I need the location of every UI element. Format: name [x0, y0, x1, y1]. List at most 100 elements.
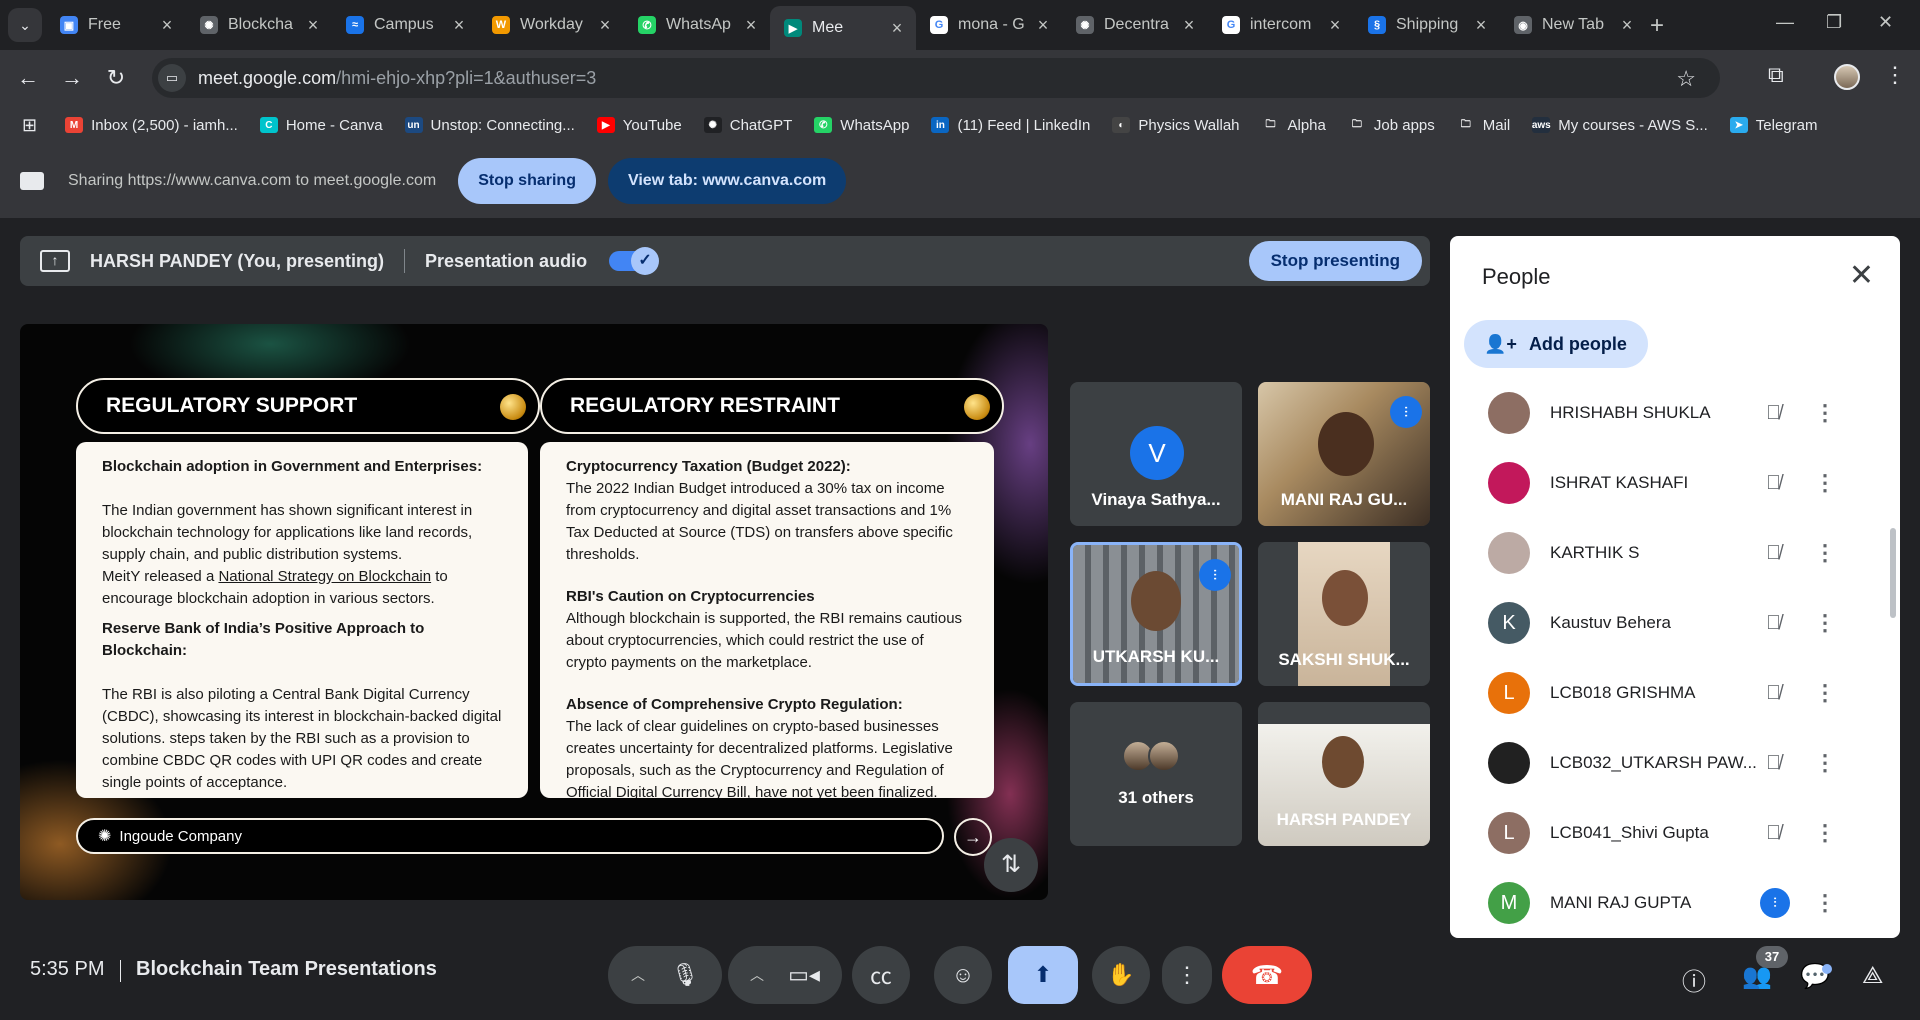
chevron-up-icon[interactable]: ︿: [631, 965, 645, 985]
tab-close-icon[interactable]: ×: [742, 15, 760, 36]
camera-icon[interactable]: ▭◂: [788, 962, 820, 988]
browser-tab[interactable]: ≈ Campus ×: [332, 8, 478, 42]
participant-tile[interactable]: V Vinaya Sathya...: [1070, 382, 1242, 526]
tab-close-icon[interactable]: ×: [1034, 15, 1052, 36]
participant-tile[interactable]: HARSH PANDEY: [1258, 702, 1430, 846]
participant-row[interactable]: HRISHABH SHUKLA 🎙̸ ⋮: [1450, 378, 1900, 448]
participant-row[interactable]: LCB032_UTKARSH PAW... 🎙̸ ⋮: [1450, 728, 1900, 798]
slide-heading-right-text: REGULATORY RESTRAINT: [570, 394, 840, 417]
tab-close-icon[interactable]: ×: [158, 15, 176, 36]
participant-tile[interactable]: ⫶ UTKARSH KU...: [1070, 542, 1242, 686]
browser-tab[interactable]: ✆ WhatsAp ×: [624, 8, 770, 42]
apps-grid-icon[interactable]: ⊞: [22, 115, 37, 136]
bookmark-item[interactable]: ▶ YouTube: [596, 117, 682, 134]
leave-call-button[interactable]: ☎: [1222, 946, 1312, 1004]
tab-close-icon[interactable]: ×: [1326, 15, 1344, 36]
reload-icon[interactable]: ↻: [100, 62, 132, 94]
activities-icon[interactable]: ⟁: [1862, 962, 1883, 990]
browser-tab[interactable]: ◉ New Tab ×: [1500, 8, 1646, 42]
browser-tab[interactable]: W Workday ×: [478, 8, 624, 42]
forward-icon[interactable]: →: [56, 62, 88, 94]
stop-sharing-button[interactable]: Stop sharing: [458, 158, 596, 204]
more-options-button[interactable]: ⋮: [1162, 946, 1212, 1004]
browser-tab[interactable]: ▶ Mee ×: [770, 6, 916, 50]
tab-close-icon[interactable]: ×: [1618, 15, 1636, 36]
bookmark-item[interactable]: M Inbox (2,500) - iamh...: [65, 117, 238, 134]
participant-row[interactable]: L LCB018 GRISHMA 🎙̸ ⋮: [1450, 658, 1900, 728]
tab-close-icon[interactable]: ×: [1180, 15, 1198, 36]
participant-tile[interactable]: ⫶ MANI RAJ GU...: [1258, 382, 1430, 526]
chevron-up-icon[interactable]: ︿: [750, 965, 764, 985]
raise-hand-button[interactable]: ✋: [1092, 946, 1150, 1004]
participant-tile[interactable]: SAKSHI SHUK...: [1258, 542, 1430, 686]
minimize-icon[interactable]: —: [1776, 12, 1794, 33]
stop-presenting-button[interactable]: Stop presenting: [1248, 241, 1422, 281]
bookmark-item[interactable]: ➤ Telegram: [1729, 117, 1817, 134]
more-vert-icon[interactable]: ⋮: [1814, 680, 1836, 706]
browser-tab[interactable]: ✺ Decentra ×: [1062, 8, 1208, 42]
meeting-info-icon[interactable]: ⓘ: [1682, 962, 1706, 997]
microphone-control[interactable]: ︿ 🎙: [608, 946, 722, 1004]
tab-favicon-icon: G: [930, 16, 948, 34]
browser-tab[interactable]: ▣ Free ×: [46, 8, 186, 42]
tab-close-icon[interactable]: ×: [888, 18, 906, 39]
reactions-button[interactable]: ☺: [934, 946, 992, 1004]
back-icon[interactable]: ←: [12, 62, 44, 94]
close-panel-icon[interactable]: ✕: [1849, 258, 1874, 293]
browser-tab[interactable]: § Shipping ×: [1354, 8, 1500, 42]
swap-layout-button[interactable]: ⇅: [984, 838, 1038, 892]
site-info-icon[interactable]: ▭: [158, 64, 186, 92]
microphone-icon[interactable]: 🎙: [671, 962, 699, 988]
presentation-audio-toggle[interactable]: ✓: [609, 247, 660, 275]
more-vert-icon[interactable]: ⋮: [1814, 610, 1836, 636]
meeting-controls-bar: 5:35 PM Blockchain Team Presentations ︿ …: [0, 936, 1920, 1020]
captions-button[interactable]: ㏄: [852, 946, 910, 1004]
more-vert-icon[interactable]: ⋮: [1814, 820, 1836, 846]
tab-close-icon[interactable]: ×: [304, 15, 322, 36]
bookmark-item[interactable]: aws My courses - AWS S...: [1532, 117, 1708, 134]
bookmark-item[interactable]: in (11) Feed | LinkedIn: [931, 117, 1090, 134]
add-people-button[interactable]: 👤+ Add people: [1464, 320, 1648, 368]
tab-search-button[interactable]: ⌄: [8, 8, 42, 42]
more-vert-icon[interactable]: ⋮: [1814, 540, 1836, 566]
more-vert-icon[interactable]: ⋮: [1814, 890, 1836, 916]
bookmark-item[interactable]: un Unstop: Connecting...: [404, 117, 575, 134]
more-vert-icon[interactable]: ⋮: [1814, 750, 1836, 776]
bookmark-item[interactable]: 🗀 Job apps: [1348, 117, 1435, 134]
participant-row[interactable]: K Kaustuv Behera 🎙̸ ⋮: [1450, 588, 1900, 658]
close-window-icon[interactable]: ✕: [1878, 12, 1893, 33]
tab-close-icon[interactable]: ×: [1472, 15, 1490, 36]
people-icon[interactable]: 👥: [1742, 962, 1772, 991]
profile-avatar[interactable]: [1834, 64, 1860, 90]
tab-close-icon[interactable]: ×: [450, 15, 468, 36]
bookmark-item[interactable]: ✆ WhatsApp: [814, 117, 909, 134]
participant-row[interactable]: L LCB041_Shivi Gupta 🎙̸ ⋮: [1450, 798, 1900, 868]
bookmark-item[interactable]: C Home - Canva: [259, 117, 383, 134]
view-tab-button[interactable]: View tab: www.canva.com: [607, 158, 847, 204]
present-button[interactable]: ⬆: [1008, 946, 1078, 1004]
participant-row[interactable]: M MANI RAJ GUPTA ⫶ ⋮: [1450, 868, 1900, 938]
bookmark-item[interactable]: ◐ Physics Wallah: [1112, 117, 1240, 134]
browser-tab[interactable]: Gintercom ×: [1208, 8, 1354, 42]
participant-row[interactable]: KARTHIK S 🎙̸ ⋮: [1450, 518, 1900, 588]
bookmark-star-icon[interactable]: ☆: [1676, 66, 1696, 92]
others-tile[interactable]: 31 others: [1070, 702, 1242, 846]
more-vert-icon[interactable]: ⋮: [1814, 470, 1836, 496]
panel-scrollbar[interactable]: [1890, 528, 1896, 618]
browser-tab[interactable]: Gmona - G ×: [916, 8, 1062, 42]
browser-tab[interactable]: ✺ Blockcha ×: [186, 8, 332, 42]
participant-row[interactable]: ISHRAT KASHAFI 🎙̸ ⋮: [1450, 448, 1900, 518]
add-person-icon: 👤+: [1484, 333, 1517, 354]
more-vert-icon[interactable]: ⋮: [1814, 400, 1836, 426]
people-panel: People ✕ 👤+ Add people HRISHABH SHUKLA 🎙̸…: [1450, 236, 1900, 938]
camera-control[interactable]: ︿ ▭◂: [728, 946, 842, 1004]
restore-icon[interactable]: ❐: [1826, 12, 1842, 33]
new-tab-button[interactable]: +: [1650, 12, 1664, 40]
bookmark-item[interactable]: 🗀 Alpha: [1262, 117, 1326, 134]
extensions-icon[interactable]: ⧉: [1768, 62, 1784, 88]
bookmark-item[interactable]: 🗀 Mail: [1457, 117, 1511, 134]
tab-close-icon[interactable]: ×: [596, 15, 614, 36]
chrome-menu-icon[interactable]: ⋮: [1884, 62, 1906, 88]
address-bar[interactable]: ▭ meet.google.com /hmi-ehjo-xhp?pli=1&au…: [152, 58, 1720, 98]
bookmark-item[interactable]: ✺ ChatGPT: [703, 117, 792, 134]
